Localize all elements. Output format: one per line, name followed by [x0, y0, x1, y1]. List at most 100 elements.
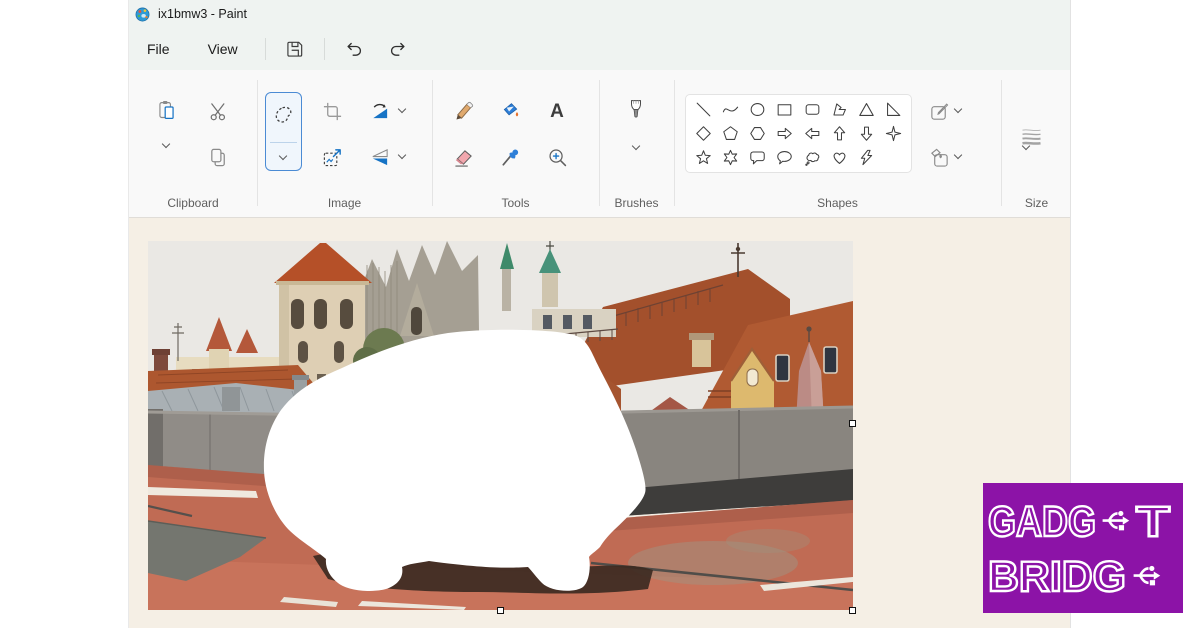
text-tool[interactable]: A [541, 95, 573, 127]
crop-icon [322, 101, 343, 122]
shape-heart[interactable] [827, 146, 851, 168]
group-label-shapes: Shapes [674, 196, 1001, 210]
cut-button[interactable] [202, 95, 234, 127]
group-label-brushes: Brushes [599, 196, 674, 210]
copy-button[interactable] [202, 141, 234, 173]
rotate-dropdown-chevron[interactable] [395, 103, 409, 117]
shape-star-5[interactable] [692, 146, 716, 168]
menubar-separator [265, 38, 266, 60]
logo-line1-pre: GADG [988, 498, 1096, 546]
gadgetbridge-logo-graphic: GADG T BRIDG [983, 483, 1183, 613]
paint-window: ix1bmw3 - Paint File View [128, 0, 1071, 628]
undo-button[interactable] [339, 34, 369, 64]
paste-icon [156, 100, 177, 121]
free-form-selection-icon [272, 103, 295, 129]
undo-icon [344, 39, 364, 59]
brushes-button[interactable] [620, 93, 652, 129]
group-image: Image [257, 70, 432, 217]
selection-tool-button[interactable] [265, 92, 302, 171]
canvas-image[interactable] [148, 241, 853, 610]
resize-icon [322, 147, 343, 168]
shape-arrow-left[interactable] [800, 123, 824, 145]
titlebar: ix1bmw3 - Paint [129, 0, 1070, 28]
shapes-gallery [685, 94, 912, 173]
cut-icon [208, 101, 229, 122]
shape-rectangle[interactable] [773, 99, 797, 121]
gadgetbridge-logo: GADG T BRIDG [983, 483, 1183, 613]
shape-oval[interactable] [746, 99, 770, 121]
flip-button[interactable] [363, 141, 395, 173]
rotate-button[interactable] [363, 95, 395, 127]
shape-hexagon[interactable] [746, 123, 770, 145]
group-label-tools: Tools [432, 196, 599, 210]
group-label-clipboard: Clipboard [129, 196, 257, 210]
shape-curve[interactable] [719, 99, 743, 121]
shape-lightning[interactable] [854, 146, 878, 168]
shape-callout-rounded[interactable] [746, 146, 770, 168]
shape-star-4[interactable] [881, 123, 905, 145]
shape-callout-cloud[interactable] [800, 146, 824, 168]
resize-handle-bottom[interactable] [497, 607, 504, 614]
brushes-dropdown-chevron[interactable] [629, 140, 643, 154]
shape-outline-icon [929, 101, 950, 122]
magnifier-icon [547, 147, 568, 168]
size-button[interactable] [1011, 97, 1041, 129]
group-clipboard: Clipboard [129, 70, 257, 217]
shape-line[interactable] [692, 99, 716, 121]
group-brushes: Brushes [599, 70, 674, 217]
copy-icon [208, 147, 229, 168]
group-tools: A [432, 70, 599, 217]
shape-arrow-right[interactable] [773, 123, 797, 145]
group-shapes: Shapes [674, 70, 1001, 217]
shape-diamond[interactable] [692, 123, 716, 145]
group-label-size: Size [1001, 196, 1072, 210]
shape-star-6[interactable] [719, 146, 743, 168]
group-size: Size [1001, 70, 1072, 217]
flip-dropdown-chevron[interactable] [395, 149, 409, 163]
fill-tool[interactable] [494, 95, 526, 127]
pencil-icon [453, 101, 474, 122]
menubar-separator-2 [324, 38, 325, 60]
color-picker-icon [500, 147, 521, 168]
color-picker-tool[interactable] [494, 141, 526, 173]
eraser-tool[interactable] [447, 141, 479, 173]
redo-button[interactable] [383, 34, 413, 64]
selection-dropdown-chevron[interactable] [276, 150, 290, 164]
logo-line1-post: T [1136, 498, 1170, 546]
shape-pentagon[interactable] [719, 123, 743, 145]
shape-arrow-up[interactable] [827, 123, 851, 145]
magnifier-tool[interactable] [541, 141, 573, 173]
text-tool-icon: A [550, 102, 564, 121]
shape-right-triangle[interactable] [881, 99, 905, 121]
paint-app-icon [135, 7, 150, 22]
canvas-area [129, 218, 1070, 628]
menu-view[interactable]: View [195, 35, 251, 63]
redo-icon [388, 39, 408, 59]
menubar: File View [129, 28, 1070, 70]
window-title: ix1bmw3 - Paint [158, 7, 247, 21]
size-dropdown-chevron[interactable] [1019, 140, 1033, 154]
save-button[interactable] [280, 34, 310, 64]
city-photo-with-car-cutout [148, 241, 853, 610]
rotate-icon [369, 101, 390, 122]
shape-triangle[interactable] [854, 99, 878, 121]
shape-polygon[interactable] [827, 99, 851, 121]
logo-line2-pre: BRIDG [988, 553, 1126, 601]
shape-outline-chevron[interactable] [951, 103, 965, 117]
resize-handle-right[interactable] [849, 420, 856, 427]
resize-handle-bottom-right[interactable] [849, 607, 856, 614]
shape-fill-chevron[interactable] [951, 149, 965, 163]
resize-button[interactable] [316, 141, 348, 173]
shape-fill-icon [929, 147, 950, 168]
crop-button[interactable] [316, 95, 348, 127]
menu-file[interactable]: File [134, 35, 183, 63]
paste-dropdown-chevron[interactable] [159, 138, 173, 152]
shape-rounded-rectangle[interactable] [800, 99, 824, 121]
fill-icon [500, 101, 521, 122]
paste-button[interactable] [150, 93, 182, 127]
eraser-icon [453, 147, 474, 168]
shape-arrow-down[interactable] [854, 123, 878, 145]
group-label-image: Image [257, 196, 432, 210]
shape-callout-oval[interactable] [773, 146, 797, 168]
pencil-tool[interactable] [447, 95, 479, 127]
